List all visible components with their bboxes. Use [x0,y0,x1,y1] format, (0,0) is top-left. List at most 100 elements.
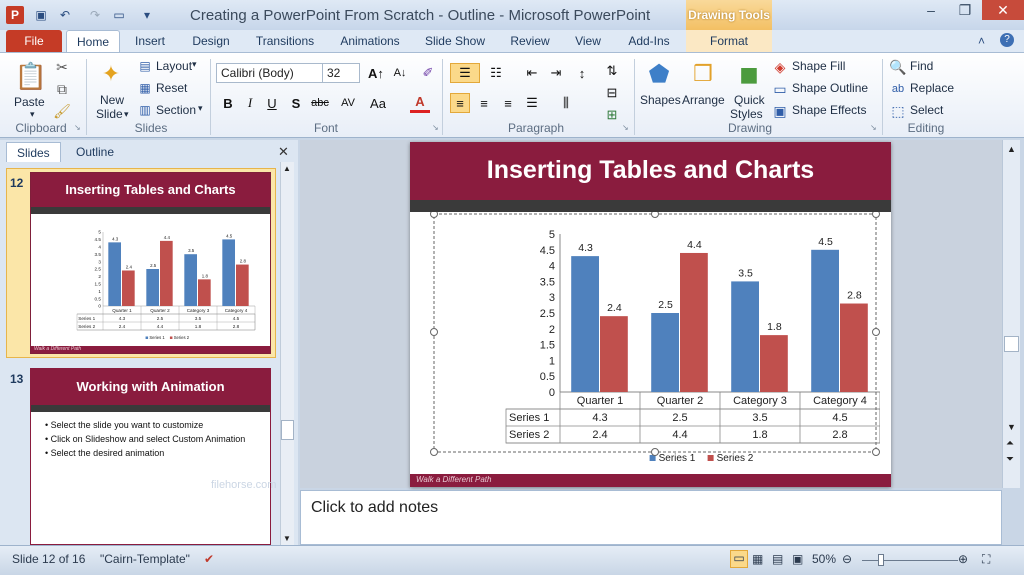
fit-to-window-icon[interactable]: ⛶ [982,552,990,567]
tab-review[interactable]: Review [504,30,556,52]
decrease-indent-icon[interactable]: ⇤ [522,63,542,83]
copy-icon[interactable]: ⧉ [54,81,70,97]
tab-insert[interactable]: Insert [126,30,174,52]
shape-fill-button[interactable]: Shape Fill [792,59,845,73]
clear-formatting-icon[interactable]: ✐ [418,63,438,83]
tab-view[interactable]: View [568,30,608,52]
font-size-box[interactable]: 32 [322,63,360,83]
scroll-thumb[interactable] [1004,336,1019,352]
new-slide-label-2[interactable]: Slide [96,107,123,121]
justify-icon[interactable]: ☰ [522,93,542,113]
tab-format[interactable]: Format [686,30,772,52]
line-spacing-icon[interactable]: ↕ [572,63,592,83]
reset-icon[interactable]: ▦ [138,81,152,95]
spellcheck-icon[interactable]: ✔ [204,552,214,566]
arrange-button[interactable]: Arrange [682,93,725,107]
zoom-slider[interactable] [862,560,958,561]
slide-title[interactable]: Inserting Tables and Charts [410,156,891,185]
font-color-icon[interactable]: A [410,93,430,113]
columns-icon[interactable]: ⫼ [556,93,576,113]
tab-design[interactable]: Design [186,30,236,52]
tab-slide-show[interactable]: Slide Show [420,30,490,52]
close-pane-icon[interactable]: ✕ [278,144,289,160]
powerpoint-logo-icon[interactable]: P [6,6,24,24]
paste-dropdown-icon[interactable]: ▾ [30,109,35,120]
tab-home[interactable]: Home [66,30,120,52]
zoom-out-icon[interactable]: ⊖ [842,552,852,566]
shape-effects-icon[interactable]: ▣ [772,103,788,119]
reset-button[interactable]: Reset [156,81,187,95]
paste-label[interactable]: Paste [14,95,45,109]
strikethrough-icon[interactable]: abc [310,93,330,113]
pane-tab-slides[interactable]: Slides [6,142,61,162]
increase-indent-icon[interactable]: ⇥ [546,63,566,83]
minimize-button[interactable]: – [914,0,948,20]
shapes-icon[interactable]: ⬟ [644,59,674,89]
shadow-icon[interactable]: S [286,93,306,113]
italic-icon[interactable]: I [240,93,260,113]
save-icon[interactable]: ▣ [32,6,50,24]
find-icon[interactable]: 🔍 [889,59,906,75]
slide-thumbnail-12[interactable]: Inserting Tables and Charts 0 0.5 1 1.5 2 2.5… [30,172,271,354]
redo-icon[interactable]: ↷ [86,6,104,24]
shape-fill-icon[interactable]: ◈ [772,59,788,75]
notes-pane[interactable]: Click to add notes [300,490,1002,545]
cut-icon[interactable]: ✂ [54,59,70,75]
scroll-down-icon[interactable]: ▼ [283,534,291,543]
tab-animations[interactable]: Animations [334,30,406,52]
grow-font-icon[interactable]: A↑ [366,63,386,83]
new-slide-dropdown-icon[interactable]: ▾ [124,109,129,120]
section-icon[interactable]: ▥ [138,103,152,117]
paste-icon[interactable]: 📋 [15,59,47,93]
tab-transitions[interactable]: Transitions [250,30,320,52]
undo-icon[interactable]: ↶ [56,6,74,24]
change-case-icon[interactable]: Aa [368,93,388,113]
slide-scrollbar[interactable]: ▲ ▼ ⏶ ⏷ [1002,140,1020,488]
scroll-thumb[interactable] [281,420,294,440]
shape-outline-button[interactable]: Shape Outline [792,81,868,95]
new-slide-icon[interactable]: ✦ [96,59,126,89]
pane-scrollbar[interactable]: ▲ ▼ [280,162,294,545]
scroll-up-icon[interactable]: ▲ [283,164,291,173]
shape-outline-icon[interactable]: ▭ [772,81,788,97]
shrink-font-icon[interactable]: A↓ [390,63,410,83]
select-icon[interactable]: ⬚ [890,103,906,119]
numbering-icon[interactable]: ☷ [486,63,506,83]
reading-view-icon[interactable]: ▤ [772,552,783,566]
find-button[interactable]: Find [910,59,933,73]
tab-file[interactable]: File [6,30,62,52]
help-icon[interactable]: ? [1000,33,1014,47]
customize-toolbar-icon[interactable]: ▾ [138,6,156,24]
layout-dropdown-icon[interactable]: ▾ [192,59,197,70]
bullets-icon[interactable]: ☰ [450,63,480,83]
slideshow-icon[interactable]: ▭ [110,6,128,24]
minimize-ribbon-icon[interactable]: ˄ [978,34,985,48]
shape-effects-button[interactable]: Shape Effects [792,103,867,117]
drawing-launcher-icon[interactable]: ↘ [870,123,877,132]
new-slide-label-1[interactable]: New [100,93,124,107]
font-launcher-icon[interactable]: ↘ [432,123,439,132]
select-button[interactable]: Select [910,103,943,117]
slide-sorter-icon[interactable]: ▦ [752,552,763,566]
quick-styles-label-2[interactable]: Styles [730,107,763,121]
tab-add-ins[interactable]: Add-Ins [620,30,678,52]
pane-tab-outline[interactable]: Outline [66,142,124,162]
slide[interactable]: Inserting Tables and Charts 0 0.5 1 1.5 2 2.5… [410,142,891,487]
text-direction-icon[interactable]: ⇅ [602,61,622,81]
underline-icon[interactable]: U [262,93,282,113]
align-text-icon[interactable]: ⊟ [602,83,622,103]
scroll-up-icon[interactable]: ▲ [1007,144,1016,154]
replace-button[interactable]: Replace [910,81,954,95]
previous-slide-icon[interactable]: ⏶ [1006,438,1014,449]
font-name-box[interactable]: Calibri (Body) [216,63,324,83]
slideshow-view-icon[interactable]: ▣ [792,552,803,566]
zoom-slider-thumb[interactable] [878,554,884,566]
zoom-in-icon[interactable]: ⊕ [958,552,968,566]
align-left-icon[interactable]: ≡ [450,93,470,113]
character-spacing-icon[interactable]: AV [338,93,358,113]
section-button[interactable]: Section [156,103,196,117]
clipboard-launcher-icon[interactable]: ↘ [74,123,81,132]
align-right-icon[interactable]: ≡ [498,93,518,113]
layout-icon[interactable]: ▤ [138,59,152,73]
scroll-down-icon[interactable]: ▼ [1007,422,1016,432]
